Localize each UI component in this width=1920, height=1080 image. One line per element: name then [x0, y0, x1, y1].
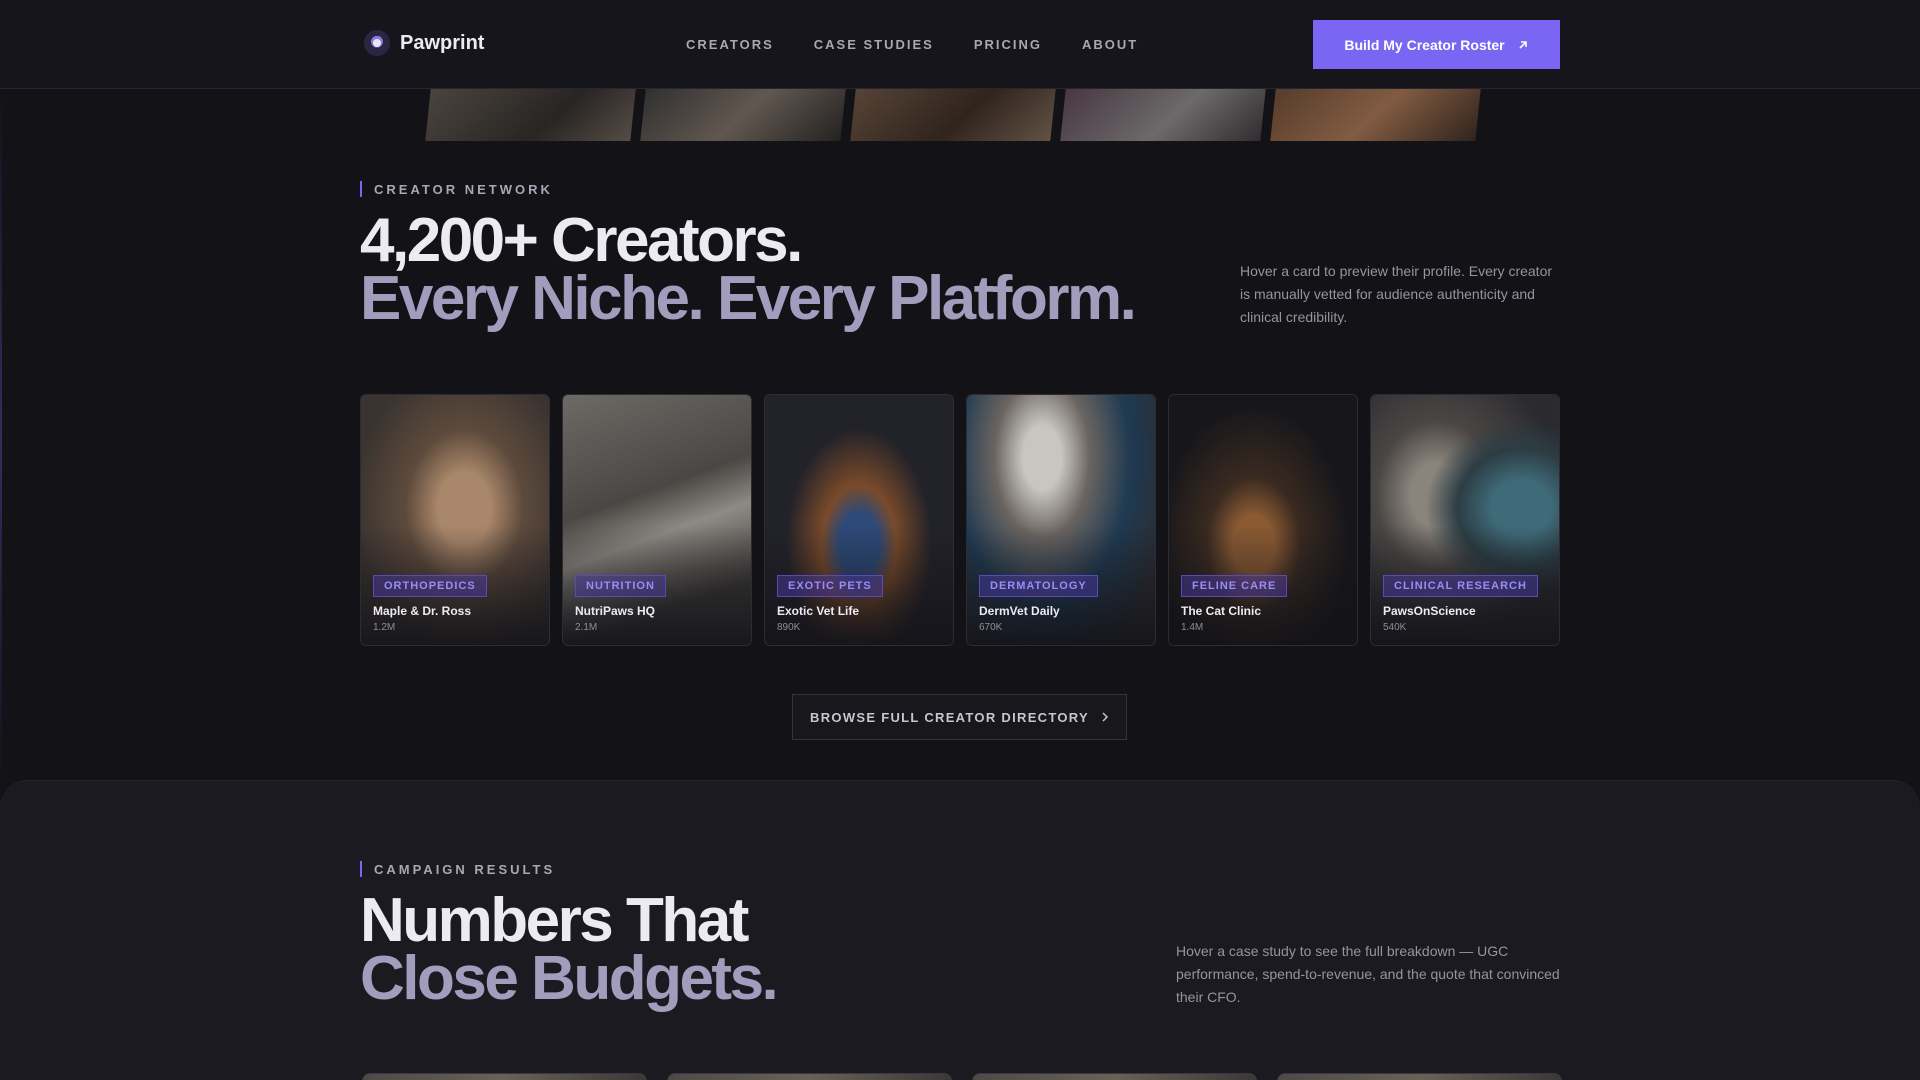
creator-tag: ORTHOPEDICS — [373, 575, 487, 597]
creator-tag: EXOTIC PETS — [777, 575, 883, 597]
results-headline-line2: Close Budgets. — [360, 944, 779, 1013]
creator-follower-count: 2.1M — [575, 622, 598, 633]
arrow-up-right-icon — [1519, 40, 1527, 49]
paw-logo-icon — [364, 30, 390, 56]
results-headline-line1: Numbers That — [360, 886, 749, 955]
strip-image — [1060, 89, 1266, 141]
brand-name: Pawprint — [400, 31, 485, 54]
strip-image — [425, 89, 636, 141]
creator-name: Exotic Vet Life — [777, 604, 860, 618]
creator-name: The Cat Clinic — [1181, 604, 1262, 618]
creator-card[interactable]: DERMATOLOGY DermVet Daily 670K — [966, 394, 1156, 646]
creator-tag: NUTRITION — [575, 575, 666, 597]
strip-image — [850, 89, 1056, 141]
creator-card[interactable]: CLINICAL RESEARCH PawsOnScience 540K — [1370, 394, 1560, 646]
creator-name: Maple & Dr. Ross — [373, 604, 472, 618]
hero-image-strip — [425, 89, 1481, 141]
nav-link-about[interactable]: ABOUT — [1082, 37, 1138, 52]
campaign-results-section — [0, 780, 1920, 1080]
creator-name: DermVet Daily — [979, 604, 1060, 618]
creator-headline-line1: 4,200+ Creators. — [360, 206, 803, 275]
build-roster-label: Build My Creator Roster — [1344, 36, 1505, 53]
nav-link-creators[interactable]: CREATORS — [686, 37, 774, 52]
creator-tag: DERMATOLOGY — [979, 575, 1098, 597]
creator-follower-count: 540K — [1383, 622, 1407, 633]
creator-tag: FELINE CARE — [1181, 575, 1288, 597]
creator-network-eyebrow: CREATOR NETWORK — [360, 181, 553, 197]
creator-description: Hover a card to preview their profile. E… — [1240, 263, 1553, 325]
case-study-cards — [362, 1073, 1562, 1080]
campaign-results-eyebrow: CAMPAIGN RESULTS — [360, 861, 555, 877]
case-study-card[interactable] — [1277, 1073, 1562, 1080]
build-roster-button[interactable]: Build My Creator Roster — [1313, 20, 1560, 69]
left-accent-line — [0, 90, 2, 790]
nav-link-case-studies[interactable]: CASE STUDIES — [814, 37, 934, 52]
creator-follower-count: 670K — [979, 622, 1003, 633]
nav-links: CREATORS CASE STUDIES PRICING ABOUT — [686, 37, 1138, 52]
strip-image — [1270, 89, 1481, 141]
case-study-card[interactable] — [667, 1073, 952, 1080]
case-study-card[interactable] — [362, 1073, 647, 1080]
nav-link-pricing[interactable]: PRICING — [974, 37, 1042, 52]
creator-card[interactable]: NUTRITION NutriPaws HQ 2.1M — [562, 394, 752, 646]
creator-name: NutriPaws HQ — [575, 604, 656, 618]
creator-cards: ORTHOPEDICS Maple & Dr. Ross 1.2M NUTRIT… — [360, 394, 1560, 646]
chevron-right-icon — [1102, 712, 1109, 722]
creator-tag: CLINICAL RESEARCH — [1383, 575, 1538, 597]
top-navigation: Pawprint CREATORS CASE STUDIES PRICING A… — [0, 0, 1920, 89]
brand-logo[interactable]: Pawprint — [364, 30, 484, 56]
creator-name: PawsOnScience — [1383, 604, 1476, 618]
creator-follower-count: 1.2M — [373, 622, 396, 633]
creator-card[interactable]: ORTHOPEDICS Maple & Dr. Ross 1.2M — [360, 394, 550, 646]
strip-image — [640, 89, 846, 141]
creator-card[interactable]: FELINE CARE The Cat Clinic 1.4M — [1168, 394, 1358, 646]
browse-directory-label: BROWSE FULL CREATOR DIRECTORY — [810, 709, 1089, 725]
creator-follower-count: 1.4M — [1181, 622, 1204, 633]
case-study-card[interactable] — [972, 1073, 1257, 1080]
browse-directory-button[interactable]: BROWSE FULL CREATOR DIRECTORY — [792, 694, 1127, 740]
creator-headline-line2: Every Niche. Every Platform. — [360, 264, 1137, 333]
results-description: Hover a case study to see the full break… — [1176, 943, 1560, 1005]
creator-follower-count: 890K — [777, 622, 801, 633]
creator-card[interactable]: EXOTIC PETS Exotic Vet Life 890K — [764, 394, 954, 646]
